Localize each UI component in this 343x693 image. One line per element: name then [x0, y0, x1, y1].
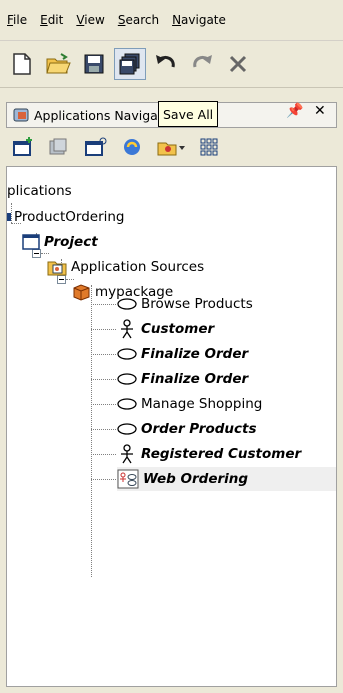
package-icon	[73, 284, 90, 301]
tree-node-usecase[interactable]: Browse Products	[117, 292, 253, 316]
actor-icon	[121, 319, 133, 339]
tree-node-label: Finalize Order	[141, 346, 249, 362]
save-button[interactable]	[78, 48, 110, 80]
new-file-icon	[13, 53, 31, 75]
redo-button[interactable]	[186, 48, 218, 80]
tree-node-project[interactable]: Project	[22, 230, 98, 254]
new-project-icon[interactable]	[48, 137, 70, 157]
save-all-icon	[119, 53, 140, 75]
menu-file[interactable]: File	[0, 13, 33, 27]
filter-dropdown-icon[interactable]	[156, 137, 186, 157]
applications-icon	[13, 108, 29, 122]
tree-node-label: Browse Products	[141, 296, 253, 312]
open-button[interactable]	[42, 48, 74, 80]
tree-node-label: plications	[7, 183, 72, 199]
redo-icon	[193, 55, 212, 68]
new-workspace-icon[interactable]	[84, 137, 108, 157]
tree-node-label: Application Sources	[71, 259, 205, 275]
project-icon	[22, 234, 40, 250]
tree-node-usecase[interactable]: Finalize Order	[117, 367, 248, 391]
navigator-title: Applications Navigator	[34, 107, 176, 123]
tree-node-usecase[interactable]: Finalize Order	[117, 342, 248, 366]
open-folder-icon	[46, 53, 71, 74]
tree-node-diagram[interactable]: Web Ordering	[117, 467, 336, 491]
save-icon	[84, 54, 104, 74]
menu-bar: File Edit View Search Navigate	[0, 0, 343, 41]
tree-node-label: Manage Shopping	[141, 396, 263, 412]
tree-node-application-sources[interactable]: Application Sources	[47, 255, 204, 279]
tree-node-application[interactable]: ProductOrdering	[7, 205, 125, 229]
tree-node-label: Web Ordering	[143, 471, 249, 487]
refresh-icon[interactable]	[122, 137, 142, 157]
use-case-icon	[117, 298, 137, 310]
use-case-icon	[117, 423, 137, 435]
tree-node-label: Project	[44, 234, 98, 250]
tree-node-usecase[interactable]: Manage Shopping	[117, 392, 262, 416]
actor-icon	[121, 444, 133, 464]
navigator-toolbar	[6, 128, 337, 166]
menu-edit[interactable]: Edit	[33, 13, 69, 27]
save-all-tooltip: Save All	[158, 101, 219, 127]
main-toolbar	[0, 41, 343, 88]
tree-node-label: Finalize Order	[141, 371, 249, 387]
menu-view[interactable]: View	[69, 13, 110, 27]
use-case-icon	[117, 348, 137, 360]
tree-node-applications[interactable]: plications	[7, 179, 72, 203]
tree-node-label: Order Products	[141, 421, 257, 437]
use-case-icon	[117, 398, 137, 410]
grid-view-icon[interactable]	[200, 138, 218, 156]
save-all-button[interactable]	[114, 48, 146, 80]
menu-navigate[interactable]: Navigate	[165, 13, 232, 27]
tree-node-label: Registered Customer	[141, 446, 302, 462]
close-icon[interactable]: ✕	[314, 103, 326, 119]
pin-icon[interactable]: 📌	[286, 103, 303, 119]
cut-icon	[229, 55, 247, 73]
use-case-icon	[117, 373, 137, 385]
new-file-button[interactable]	[6, 48, 38, 80]
tree-node-label: Customer	[141, 321, 215, 337]
tree-node-actor[interactable]: Customer	[117, 317, 214, 341]
tree-node-label: ProductOrdering	[14, 209, 125, 225]
undo-button[interactable]	[150, 48, 182, 80]
tree-node-usecase[interactable]: Order Products	[117, 417, 257, 441]
cut-button[interactable]	[222, 48, 254, 80]
application-icon	[7, 213, 11, 221]
use-case-diagram-icon	[117, 469, 139, 489]
undo-icon	[156, 55, 175, 68]
applications-tree: plications ProductOrdering Project Appli…	[6, 166, 337, 687]
new-application-icon[interactable]	[12, 137, 34, 157]
menu-search[interactable]: Search	[111, 13, 165, 27]
tree-node-actor[interactable]: Registered Customer	[117, 442, 301, 466]
sources-folder-icon	[47, 261, 67, 276]
